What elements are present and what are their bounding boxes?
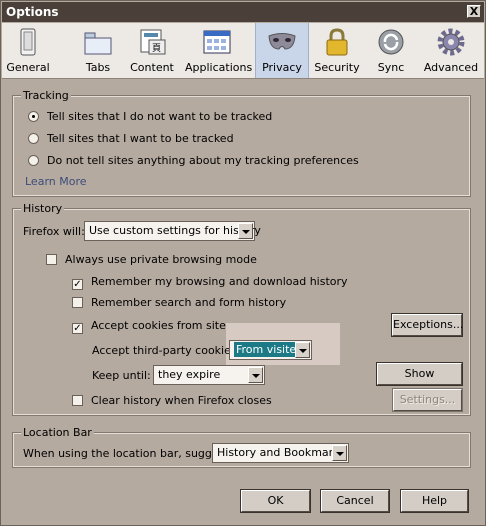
chevron-down-icon[interactable] <box>248 367 263 383</box>
tracking-option-track[interactable]: Tell sites that I want to be tracked <box>28 132 234 145</box>
lock-icon <box>326 28 348 56</box>
history-mode-value: Use custom settings for history <box>89 224 261 237</box>
remember-search-checkbox[interactable]: Remember search and form history <box>72 296 286 309</box>
tracking-legend: Tracking <box>21 89 71 102</box>
chevron-down-icon[interactable] <box>295 342 310 358</box>
tab-general[interactable]: General <box>6 23 50 78</box>
tab-security-label: Security <box>314 61 360 74</box>
tab-applications[interactable]: Applications <box>185 23 253 78</box>
sync-icon <box>378 29 404 55</box>
tab-sync[interactable]: Sync <box>372 23 410 78</box>
always-private-checkbox[interactable]: Always use private browsing mode <box>46 253 257 266</box>
suggest-select[interactable]: History and Bookmarks <box>212 443 349 463</box>
tab-content[interactable]: 頁 Content <box>127 23 177 78</box>
show-cookies-button[interactable]: Show Cookies... <box>376 362 463 399</box>
accept-cookies-label: Accept cookies from sites <box>91 319 232 332</box>
tab-security[interactable]: Security <box>314 23 360 78</box>
tracking-option-do-not-track[interactable]: Tell sites that I do not want to be trac… <box>28 110 272 123</box>
tab-tabs-label: Tabs <box>85 61 111 74</box>
tab-advanced[interactable]: Advanced <box>423 23 479 78</box>
gear-icon <box>437 28 465 56</box>
always-private-label: Always use private browsing mode <box>65 253 257 266</box>
keep-until-select[interactable]: they expire <box>153 365 265 385</box>
learn-more-link[interactable]: Learn More <box>25 175 87 188</box>
chevron-down-icon[interactable] <box>238 223 253 239</box>
clear-history-label: Clear history when Firefox closes <box>91 394 272 407</box>
tracking-option-label: Tell sites that I do not want to be trac… <box>47 110 273 123</box>
tracking-option-no-preference[interactable]: Do not tell sites anything about my trac… <box>28 154 359 167</box>
tab-advanced-label: Advanced <box>423 61 479 74</box>
title-bar: Options X <box>2 2 484 22</box>
pane-toolbar: General Tabs 頁 Content Applications Priv… <box>2 23 484 79</box>
location-bar-legend: Location Bar <box>21 426 94 439</box>
radio-button[interactable] <box>28 111 39 122</box>
radio-button[interactable] <box>28 155 39 166</box>
accept-cookies-checkbox[interactable]: ✓ Accept cookies from sites <box>72 319 232 334</box>
tabs-icon <box>84 32 112 55</box>
general-icon <box>20 28 36 56</box>
cancel-button[interactable]: Cancel <box>320 489 390 513</box>
remember-search-label: Remember search and form history <box>91 296 287 309</box>
exceptions-button[interactable]: Exceptions... <box>391 313 463 337</box>
checkbox[interactable] <box>46 254 57 265</box>
chevron-down-icon[interactable] <box>332 445 347 461</box>
help-button[interactable]: Help <box>400 489 469 513</box>
tracking-option-label: Tell sites that I want to be tracked <box>47 132 234 145</box>
suggest-value: History and Bookmarks <box>217 446 346 459</box>
remember-browsing-checkbox[interactable]: ✓ Remember my browsing and download histo… <box>72 275 348 290</box>
keep-until-value: they expire <box>158 368 221 381</box>
tab-privacy-label: Privacy <box>262 61 302 74</box>
radio-button[interactable] <box>28 133 39 144</box>
svg-text:頁: 頁 <box>152 43 161 54</box>
privacy-mask-icon <box>268 33 296 50</box>
checkbox[interactable] <box>72 395 83 406</box>
firefox-will-label: Firefox will: <box>23 225 85 238</box>
options-dialog: Options X General Tabs 頁 Content Applica… <box>0 0 486 526</box>
tab-general-label: General <box>6 61 50 74</box>
window-title: Options <box>6 5 59 19</box>
third-party-cookies-label: Accept third-party cookies: <box>92 344 241 357</box>
suggest-label: When using the location bar, suggest: <box>23 447 233 460</box>
close-button[interactable]: X <box>467 5 481 18</box>
settings-button[interactable]: Settings... <box>392 388 463 412</box>
tab-privacy[interactable]: Privacy <box>255 23 309 78</box>
checkbox[interactable] <box>72 297 83 308</box>
checkbox-checked[interactable]: ✓ <box>72 279 83 290</box>
applications-icon <box>203 30 231 54</box>
content-icon: 頁 <box>140 29 166 55</box>
history-mode-select[interactable]: Use custom settings for history <box>84 221 261 241</box>
history-legend: History <box>21 202 65 215</box>
third-party-cookies-select[interactable]: From visited <box>229 340 312 360</box>
remember-browsing-label: Remember my browsing and download histor… <box>91 275 348 288</box>
tab-applications-label: Applications <box>185 61 253 74</box>
tracking-option-label: Do not tell sites anything about my trac… <box>47 154 359 167</box>
tab-tabs[interactable]: Tabs <box>76 23 120 78</box>
clear-history-checkbox[interactable]: Clear history when Firefox closes <box>72 394 272 407</box>
ok-button[interactable]: OK <box>240 489 311 513</box>
checkbox-checked[interactable]: ✓ <box>72 323 83 334</box>
tab-content-label: Content <box>130 61 174 74</box>
tab-sync-label: Sync <box>377 61 405 74</box>
keep-until-label: Keep until: <box>92 369 151 382</box>
